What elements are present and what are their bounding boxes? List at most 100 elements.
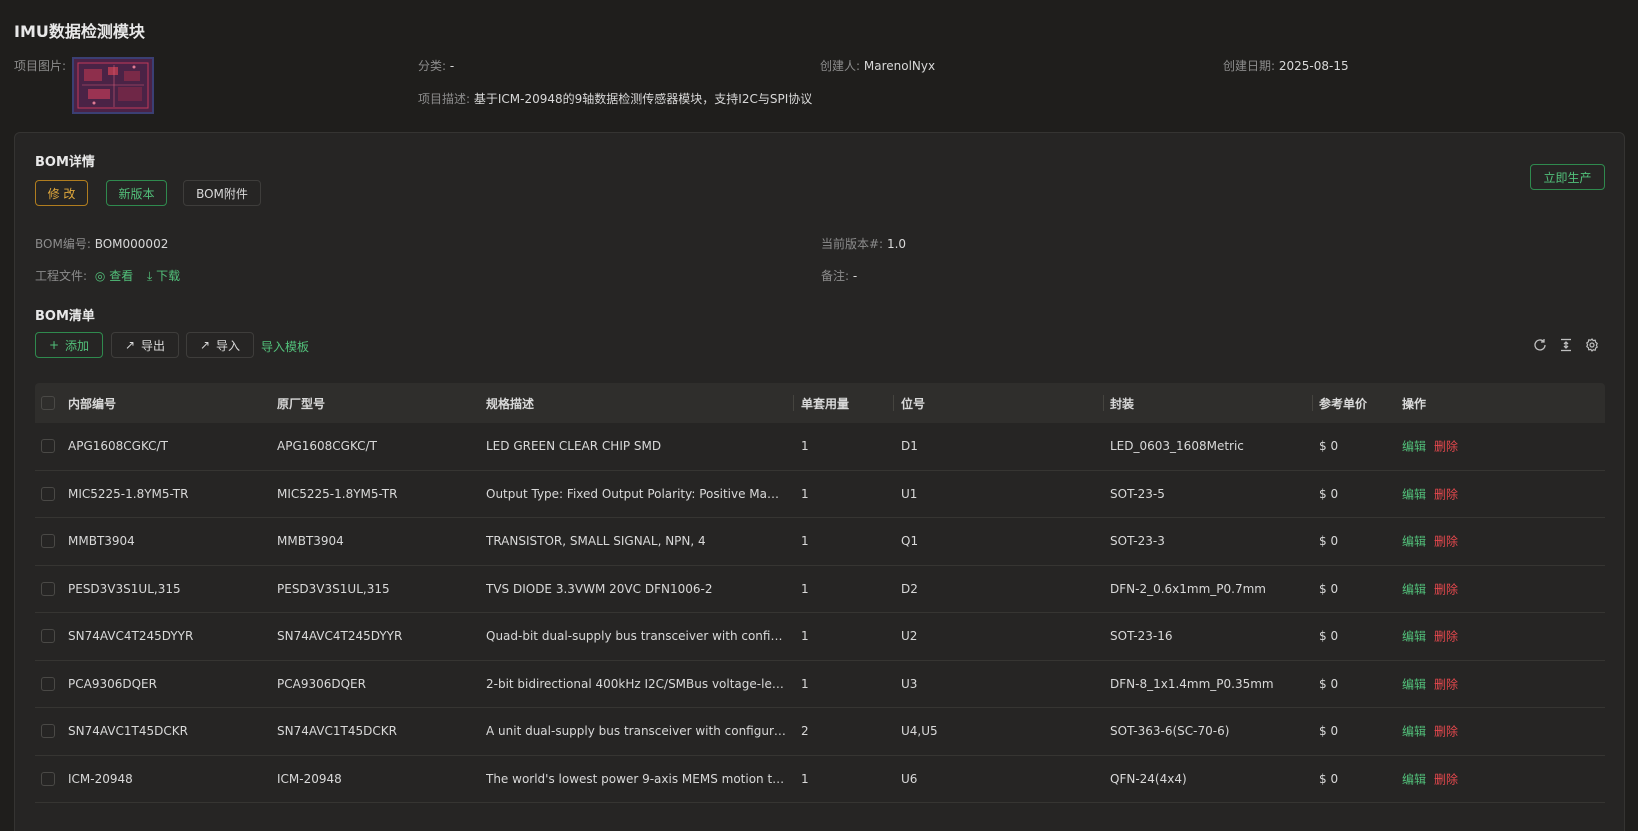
row-checkbox[interactable]: [41, 771, 55, 786]
current-version-value: 1.0: [886, 237, 907, 251]
cell-ref: D1: [901, 439, 918, 454]
view-link[interactable]: ◎ 查看: [95, 269, 137, 283]
row-delete-link[interactable]: 删除: [1434, 725, 1458, 739]
produce-now-button[interactable]: 立即生产: [1530, 164, 1605, 190]
cell-internal[interactable]: PCA9306DQER: [68, 677, 157, 691]
cell-internal[interactable]: APG1608CGKC/T: [68, 439, 168, 453]
creator-value: MarenolNyx: [863, 59, 936, 73]
cell-price: $ 0: [1319, 439, 1339, 454]
project-files-field: 工程文件: ◎ 查看 ⤓ 下载: [35, 267, 180, 284]
cell-actions: 编辑 删除: [1402, 675, 1458, 692]
import-icon: ↗: [199, 338, 211, 352]
row-edit-link[interactable]: 编辑: [1402, 772, 1426, 786]
col-desc: 规格描述: [486, 396, 535, 411]
row-checkbox[interactable]: [41, 439, 55, 453]
cell-qty: 1: [801, 629, 809, 644]
row-delete-link[interactable]: 删除: [1434, 487, 1458, 501]
row-edit-link[interactable]: 编辑: [1402, 487, 1426, 501]
row-edit-link[interactable]: 编辑: [1402, 725, 1426, 739]
column-height-icon[interactable]: [1557, 336, 1575, 354]
cell-internal[interactable]: MIC5225-1.8YM5-TR: [68, 487, 188, 501]
bom-attachments-button[interactable]: BOM附件: [183, 180, 261, 206]
cell-price: $ 0: [1319, 534, 1339, 549]
row-checkbox[interactable]: [41, 486, 55, 501]
select-all-checkbox[interactable]: [41, 396, 55, 410]
row-edit-link[interactable]: 编辑: [1402, 535, 1426, 549]
cell-desc: 2-bit bidirectional 400kHz I2C/SMBus vol…: [486, 676, 786, 691]
creator-label: 创建人:: [820, 59, 861, 73]
row-delete-link[interactable]: 删除: [1434, 535, 1458, 549]
new-version-button[interactable]: 新版本: [106, 180, 167, 206]
download-icon: ⤓: [147, 269, 153, 283]
cell-ref: U6: [901, 771, 918, 786]
page-title: IMU数据检测模块: [14, 22, 145, 41]
col-internal: 内部编号: [68, 396, 117, 411]
export-label: 导出: [141, 338, 166, 353]
download-link[interactable]: ⤓ 下载: [147, 269, 180, 283]
cell-internal[interactable]: SN74AVC4T245DYYR: [68, 629, 193, 643]
add-button[interactable]: + 添加: [35, 332, 103, 358]
cell-internal[interactable]: PESD3V3S1UL,315: [68, 582, 181, 596]
col-separator: [1312, 395, 1313, 411]
cell-price: $ 0: [1319, 629, 1339, 644]
row-checkbox[interactable]: [41, 724, 55, 738]
cell-internal[interactable]: ICM-20948: [68, 772, 133, 786]
cell-mfr: ICM-20948: [277, 771, 342, 786]
row-checkbox[interactable]: [41, 676, 55, 691]
cell-actions: 编辑 删除: [1402, 723, 1458, 740]
row-delete-link[interactable]: 删除: [1434, 582, 1458, 596]
cell-ref: U2: [901, 629, 918, 644]
col-actions: 操作: [1402, 396, 1427, 411]
row-checkbox[interactable]: [41, 581, 55, 596]
cell-actions: 编辑 删除: [1402, 770, 1458, 787]
cell-mfr: MIC5225-1.8YM5-TR: [277, 486, 398, 501]
eye-icon: ◎: [94, 269, 106, 283]
row-checkbox[interactable]: [41, 534, 55, 548]
row-edit-link[interactable]: 编辑: [1402, 677, 1426, 691]
cell-price: $ 0: [1319, 676, 1339, 691]
col-mfr: 原厂型号: [277, 396, 326, 411]
row-delete-link[interactable]: 删除: [1434, 630, 1458, 644]
cell-internal[interactable]: MMBT3904: [68, 534, 135, 548]
row-delete-link[interactable]: 删除: [1434, 440, 1458, 454]
row-edit-link[interactable]: 编辑: [1402, 582, 1426, 596]
row-delete-link[interactable]: 删除: [1434, 677, 1458, 691]
import-button[interactable]: ↗ 导入: [186, 332, 254, 358]
project-image-field: 项目图片:: [14, 57, 66, 74]
table-row: PESD3V3S1UL,315 PESD3V3S1UL,315 TVS DIODE …: [35, 566, 1605, 613]
cell-mfr: APG1608CGKC/T: [277, 439, 377, 454]
project-files-label: 工程文件:: [35, 269, 88, 283]
table-row: SN74AVC1T45DCKR SN74AVC1T45DCKR A unit dua…: [35, 708, 1605, 756]
cell-mfr: SN74AVC4T245DYYR: [277, 629, 403, 644]
cell-mfr: PESD3V3S1UL,315: [277, 581, 390, 596]
gear-icon[interactable]: [1583, 336, 1601, 354]
export-button[interactable]: ↗ 导出: [111, 332, 179, 358]
export-icon: ↗: [124, 338, 136, 352]
cell-qty: 1: [801, 771, 809, 786]
table-row: ICM-20948 ICM-20948 The world's lowest pow…: [35, 756, 1605, 803]
row-edit-link[interactable]: 编辑: [1402, 630, 1426, 644]
project-image[interactable]: [72, 57, 154, 114]
cell-desc: Output Type: Fixed Output Polarity: Posi…: [486, 486, 786, 501]
cell-ref: U4,U5: [901, 724, 938, 739]
row-edit-link[interactable]: 编辑: [1402, 440, 1426, 454]
current-version-label: 当前版本#:: [821, 237, 884, 251]
bom-code-field: BOM编号: BOM000002: [35, 235, 168, 252]
import-template-link[interactable]: 导入模板: [261, 338, 309, 355]
creator-field: 创建人: MarenolNyx: [820, 57, 935, 74]
row-delete-link[interactable]: 删除: [1434, 772, 1458, 786]
table-row: PCA9306DQER PCA9306DQER 2-bit bidirectiona…: [35, 661, 1605, 708]
cell-pkg: SOT-23-5: [1110, 486, 1165, 501]
row-checkbox[interactable]: [41, 629, 55, 643]
edit-button[interactable]: 修 改: [35, 180, 88, 206]
create-date-label: 创建日期:: [1223, 59, 1276, 73]
table-body: APG1608CGKC/T APG1608CGKC/T LED GREEN CLEA…: [35, 423, 1605, 803]
cell-desc: TVS DIODE 3.3VWM 20VC DFN1006-2: [486, 581, 713, 596]
cell-actions: 编辑 删除: [1402, 628, 1458, 645]
refresh-icon[interactable]: [1531, 336, 1549, 354]
category-field: 分类: -: [418, 57, 454, 74]
col-price: 参考单价: [1319, 396, 1368, 411]
view-label: 查看: [109, 269, 134, 283]
cell-internal[interactable]: SN74AVC1T45DCKR: [68, 724, 188, 738]
cell-ref: U3: [901, 676, 918, 691]
